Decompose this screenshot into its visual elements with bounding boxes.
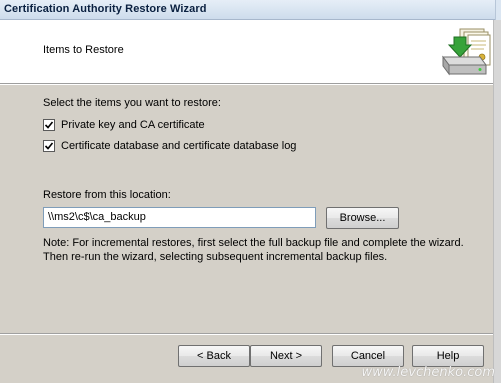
private-key-checkbox[interactable] (43, 119, 55, 131)
browse-button[interactable]: Browse... (326, 207, 399, 229)
page-title: Items to Restore (43, 44, 124, 56)
help-button[interactable]: Help (412, 345, 484, 367)
wizard-window: Certification Authority Restore Wizard I… (0, 0, 501, 383)
footer-divider (0, 333, 493, 335)
watermark-text: www.levchenko.com (361, 365, 495, 380)
certificate-database-label[interactable]: Certificate database and certificate dat… (61, 140, 296, 152)
restore-location-input[interactable]: \\ms2\c$\ca_backup (43, 207, 316, 228)
checkmark-icon (44, 121, 54, 129)
wizard-header: Items to Restore (0, 20, 501, 85)
window-right-edge (493, 20, 501, 383)
title-bar-edge (495, 0, 501, 20)
incremental-restore-note: Note: For incremental restores, first se… (43, 237, 464, 263)
cancel-button[interactable]: Cancel (332, 345, 404, 367)
back-button[interactable]: < Back (178, 345, 250, 367)
window-title: Certification Authority Restore Wizard (4, 3, 207, 15)
private-key-label[interactable]: Private key and CA certificate (61, 119, 205, 131)
select-items-prompt: Select the items you want to restore: (43, 97, 221, 109)
checkmark-icon (44, 142, 54, 150)
certificate-database-checkbox[interactable] (43, 140, 55, 152)
restore-location-label: Restore from this location: (43, 189, 171, 201)
restore-wizard-icon (440, 27, 492, 77)
title-bar[interactable]: Certification Authority Restore Wizard (0, 0, 501, 20)
next-button[interactable]: Next > (250, 345, 322, 367)
